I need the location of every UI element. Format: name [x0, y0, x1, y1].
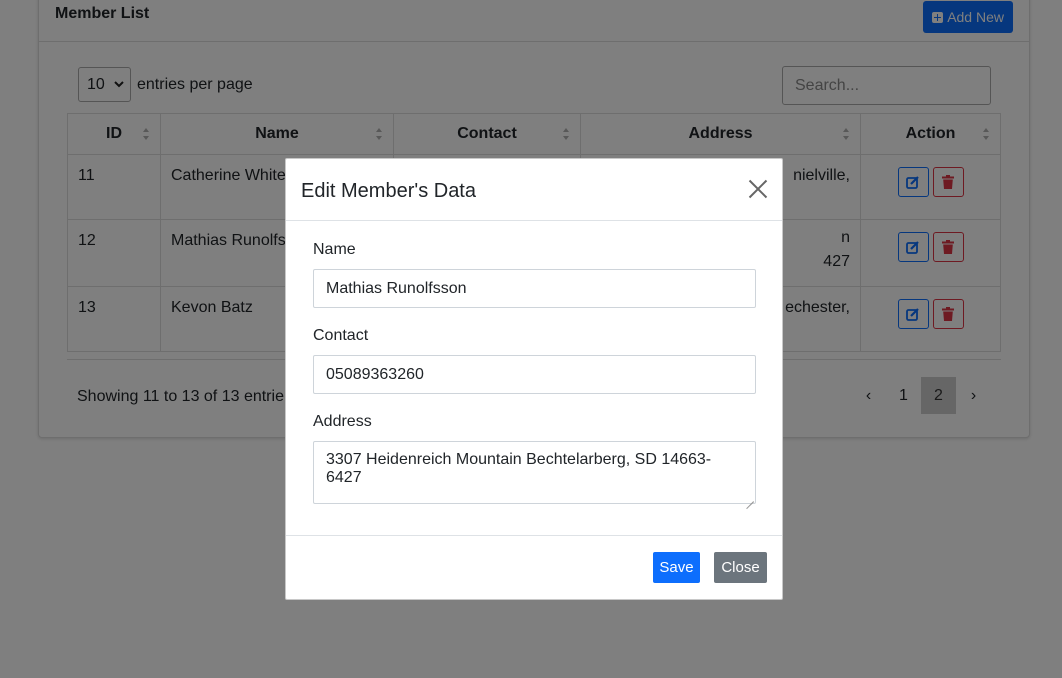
name-field[interactable]: Mathias Runolfsson	[313, 269, 756, 308]
contact-label: Contact	[313, 327, 369, 344]
save-button[interactable]: Save	[653, 552, 700, 583]
edit-member-modal: Edit Member's Data Name Mathias Runolfss…	[285, 158, 783, 600]
modal-header: Edit Member's Data	[286, 159, 782, 221]
close-icon[interactable]	[748, 179, 768, 199]
address-field[interactable]: 3307 Heidenreich Mountain Bechtelarberg,…	[313, 441, 756, 504]
address-value: 3307 Heidenreich Mountain Bechtelarberg,…	[326, 451, 712, 486]
modal-footer: Save Close	[286, 535, 782, 599]
contact-field[interactable]: 05089363260	[313, 355, 756, 394]
close-button[interactable]: Close	[714, 552, 767, 583]
modal-title: Edit Member's Data	[301, 180, 476, 202]
address-label: Address	[313, 413, 372, 430]
resize-handle-icon[interactable]	[746, 494, 754, 502]
name-label: Name	[313, 241, 356, 258]
